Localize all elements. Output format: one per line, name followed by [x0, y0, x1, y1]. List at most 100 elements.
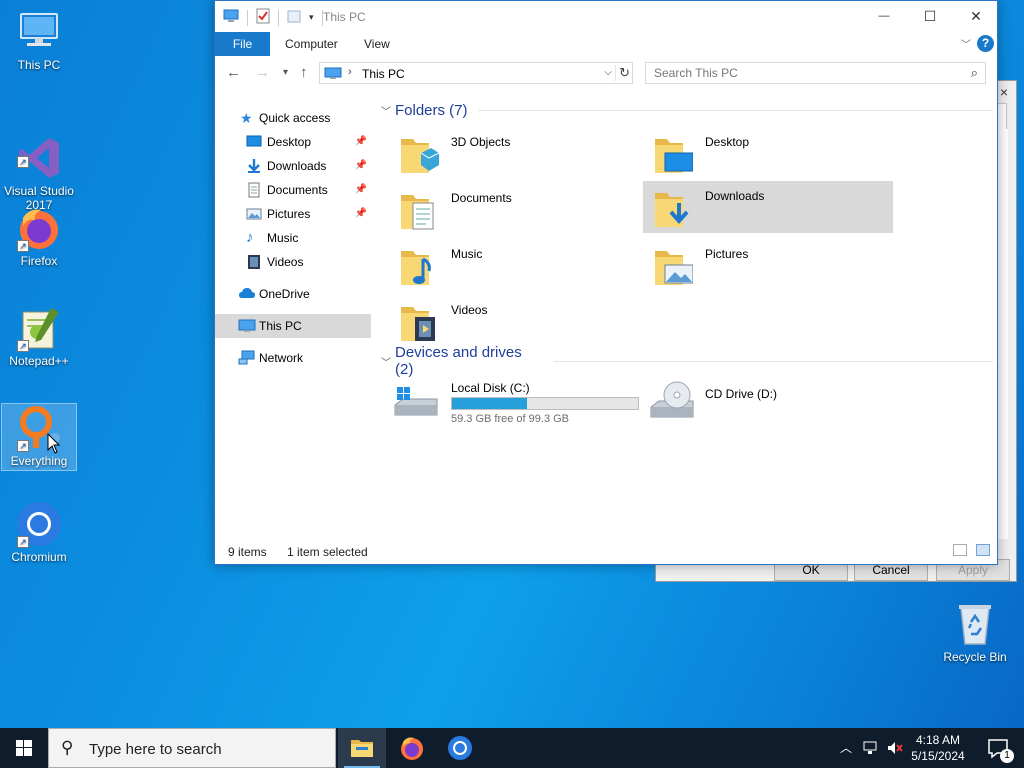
- shortcut-arrow-icon: ↗: [17, 536, 29, 548]
- folder-item-music[interactable]: Music: [389, 239, 639, 291]
- folder-name: Documents: [451, 191, 512, 205]
- videos-folder-icon: [399, 299, 439, 343]
- pin-icon[interactable]: 📌: [355, 202, 367, 226]
- taskbar-search-box[interactable]: ⚲ Type here to search: [48, 728, 336, 768]
- desktop-icon-label: Notepad++: [9, 354, 69, 368]
- taskbar-chromium[interactable]: [436, 728, 484, 768]
- tab-computer[interactable]: Computer: [285, 32, 338, 56]
- sidebar-item-label: Music: [267, 231, 299, 245]
- folders-group-header[interactable]: ﹀ Folders (7): [381, 100, 993, 120]
- maximize-button[interactable]: ☐: [907, 1, 953, 32]
- recent-locations-chevron-icon[interactable]: ▾: [283, 67, 288, 78]
- breadcrumb[interactable]: This PC: [362, 67, 405, 81]
- folder-item-videos[interactable]: Videos: [389, 295, 639, 347]
- folder-name: Pictures: [705, 247, 749, 261]
- status-bar: 9 items 1 item selected: [215, 540, 997, 564]
- separator: [278, 9, 279, 26]
- divider: [553, 360, 993, 362]
- system-tray: ︿: [834, 728, 906, 768]
- sidebar-item-network[interactable]: Network: [215, 346, 371, 370]
- taskbar-clock[interactable]: 4:18 AM 5/15/2024: [906, 732, 970, 764]
- customize-toolbar-dropdown-icon[interactable]: ▾: [309, 12, 314, 23]
- large-icons-view-icon[interactable]: [976, 544, 990, 556]
- notification-center-button[interactable]: 1: [978, 728, 1018, 768]
- desktop-folder-icon: [246, 134, 262, 150]
- sidebar-item-onedrive[interactable]: OneDrive: [215, 282, 371, 306]
- address-bar[interactable]: › This PC ⌵ ↻: [319, 62, 633, 84]
- pin-icon[interactable]: 📌: [355, 178, 367, 202]
- sidebar-item-pictures[interactable]: Pictures 📌: [215, 202, 371, 226]
- address-dropdown-chevron-icon[interactable]: ⌵: [604, 67, 612, 78]
- new-folder-icon[interactable]: [287, 9, 301, 26]
- selection-count: 1 item selected: [287, 545, 368, 559]
- folder-item-downloads[interactable]: Downloads: [643, 181, 893, 233]
- show-hidden-icons-chevron-icon[interactable]: ︿: [840, 739, 852, 756]
- drive-usage-bar: [451, 397, 639, 410]
- sidebar-item-downloads[interactable]: Downloads 📌: [215, 154, 371, 178]
- volume-muted-icon[interactable]: [886, 740, 904, 759]
- forward-arrow-icon[interactable]: →: [255, 64, 270, 81]
- close-button[interactable]: ✕: [953, 1, 999, 32]
- pictures-folder-icon: [246, 206, 262, 222]
- collapse-chevron-icon[interactable]: ﹀: [381, 354, 391, 369]
- devices-group-header[interactable]: ﹀ Devices and drives (2): [381, 344, 993, 378]
- desktop-icon-everything[interactable]: ↗ Everything: [1, 403, 77, 471]
- expand-ribbon-chevron-icon[interactable]: ﹀: [961, 36, 971, 51]
- sidebar-item-documents[interactable]: Documents 📌: [215, 178, 371, 202]
- details-view-icon[interactable]: [953, 544, 967, 556]
- desktop-icon-firefox[interactable]: ↗ Firefox: [1, 204, 77, 272]
- sidebar-item-music[interactable]: ♪ Music: [215, 226, 371, 250]
- sidebar-item-label: Videos: [267, 255, 304, 269]
- start-button[interactable]: [0, 728, 48, 768]
- folder-item-3d-objects[interactable]: 3D Objects: [389, 127, 639, 179]
- sidebar-item-quick-access[interactable]: ★ Quick access: [215, 106, 371, 130]
- close-icon[interactable]: ×: [1000, 84, 1008, 100]
- 3d-objects-folder-icon: [399, 131, 440, 175]
- drive-name: CD Drive (D:): [705, 387, 777, 401]
- taskbar-firefox[interactable]: [388, 728, 436, 768]
- taskbar-file-explorer[interactable]: [338, 728, 386, 768]
- desktop-icon-chromium[interactable]: ↗ Chromium: [1, 500, 77, 568]
- sidebar-item-videos[interactable]: Videos: [215, 250, 371, 274]
- pin-icon[interactable]: 📌: [355, 154, 367, 178]
- network-status-icon[interactable]: [862, 740, 878, 759]
- folder-item-pictures[interactable]: Pictures: [643, 239, 893, 291]
- drive-item-cd-drive-d[interactable]: CD Drive (D:): [643, 379, 893, 427]
- clock-time: 4:18 AM: [915, 733, 961, 747]
- taskbar-search-placeholder: Type here to search: [89, 741, 222, 758]
- desktop-icon-visual-studio[interactable]: ↗ Visual Studio 2017: [1, 106, 77, 212]
- separator: [247, 9, 248, 26]
- folder-name: Music: [451, 247, 483, 261]
- desktop-icon-recycle-bin[interactable]: Recycle Bin: [937, 600, 1013, 670]
- properties-icon[interactable]: [256, 8, 270, 27]
- taskbar: ⚲ Type here to search ︿ 4:18 AM 5/15/202…: [0, 728, 1024, 768]
- downloads-folder-icon: [246, 158, 262, 174]
- back-arrow-icon[interactable]: ←: [226, 64, 241, 81]
- search-input[interactable]: Search This PC ⌕: [645, 62, 986, 84]
- pin-icon[interactable]: 📌: [355, 130, 367, 154]
- collapse-chevron-icon[interactable]: ﹀: [381, 103, 391, 118]
- folder-item-documents[interactable]: Documents: [389, 183, 639, 235]
- sidebar-item-desktop[interactable]: Desktop 📌: [215, 130, 371, 154]
- shortcut-arrow-icon: ↗: [17, 240, 29, 252]
- desktop-icon-this-pc[interactable]: This PC: [1, 8, 77, 76]
- folder-name: Downloads: [705, 189, 765, 203]
- videos-folder-icon: [246, 254, 262, 270]
- sidebar-item-this-pc[interactable]: This PC: [215, 314, 371, 338]
- up-arrow-icon[interactable]: ↑: [300, 64, 308, 81]
- onedrive-cloud-icon: [238, 286, 255, 302]
- drive-item-local-disk-c[interactable]: Local Disk (C:) 59.3 GB free of 99.3 GB: [389, 379, 639, 427]
- firefox-icon: [401, 737, 423, 760]
- help-button[interactable]: ?: [977, 35, 994, 52]
- desktop-icon-label: Recycle Bin: [943, 650, 1007, 664]
- breadcrumb-chevron-icon[interactable]: ›: [348, 66, 352, 78]
- desktop-icon-notepad-plus-plus[interactable]: ↗ Notepad++: [1, 304, 77, 372]
- ribbon: File Computer View ﹀ ?: [215, 32, 997, 56]
- search-placeholder: Search This PC: [654, 66, 738, 80]
- visual-studio-icon: ↗: [15, 120, 63, 178]
- refresh-icon[interactable]: ↻: [615, 65, 630, 81]
- minimize-button[interactable]: —: [861, 1, 907, 32]
- folder-item-desktop[interactable]: Desktop: [643, 127, 893, 179]
- tab-view[interactable]: View: [364, 32, 390, 56]
- tab-file[interactable]: File: [215, 32, 270, 56]
